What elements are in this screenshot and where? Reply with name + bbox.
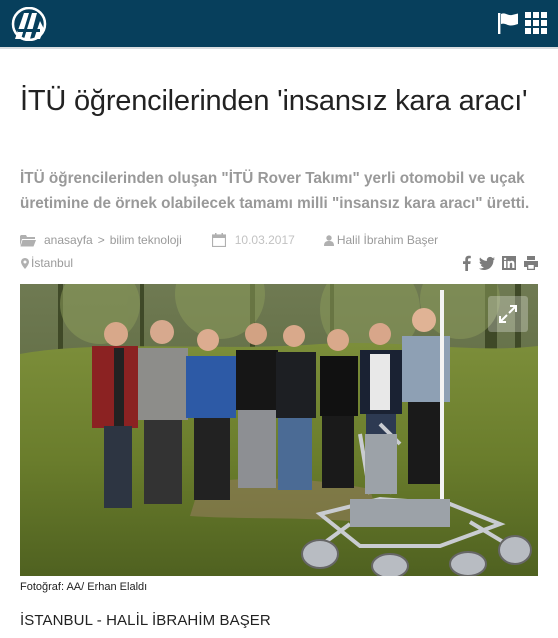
expand-photo-button[interactable] — [488, 296, 528, 332]
linkedin-icon — [502, 256, 516, 270]
print-button[interactable] — [523, 255, 539, 271]
article-meta: anasayfa > bilim teknoloji 10.03.2017 Ha… — [20, 230, 438, 250]
breadcrumb-category-link[interactable]: bilim teknoloji — [110, 233, 182, 247]
share-twitter-button[interactable] — [479, 255, 495, 271]
map-pin-icon — [21, 257, 29, 269]
article-dateline: İSTANBUL - HALİL İBRAHİM BAŞER — [20, 612, 271, 629]
folder-icon — [20, 234, 36, 246]
share-facebook-button[interactable] — [459, 255, 475, 271]
expand-icon — [499, 305, 517, 323]
article-date: 10.03.2017 — [234, 233, 295, 247]
facebook-icon — [463, 255, 471, 271]
breadcrumb-home-link[interactable]: anasayfa — [44, 233, 93, 247]
aa-logo[interactable] — [10, 7, 48, 41]
flag-icon[interactable] — [497, 12, 519, 34]
article-lead: İTÜ öğrencilerinden oluşan "İTÜ Rover Ta… — [20, 170, 530, 212]
article-location: İstanbul — [21, 256, 73, 270]
article-author: Halil İbrahim Başer — [336, 233, 439, 247]
user-icon — [323, 234, 334, 246]
grid-menu-icon[interactable] — [525, 12, 547, 34]
team-rover-photo-image — [20, 284, 538, 576]
photo-caption: Fotoğraf: AA/ Erhan Elaldı — [20, 581, 148, 593]
twitter-icon — [479, 256, 495, 270]
calendar-icon — [211, 233, 226, 247]
article-title: İTÜ öğrencilerinden 'insansız kara aracı… — [20, 85, 528, 117]
top-navigation-bar — [0, 0, 558, 47]
print-icon — [524, 256, 538, 270]
article-photo[interactable] — [20, 284, 538, 576]
location-label: İstanbul — [31, 256, 74, 270]
share-linkedin-button[interactable] — [501, 255, 517, 271]
breadcrumb-separator: > — [97, 233, 105, 247]
header-divider — [0, 47, 558, 49]
